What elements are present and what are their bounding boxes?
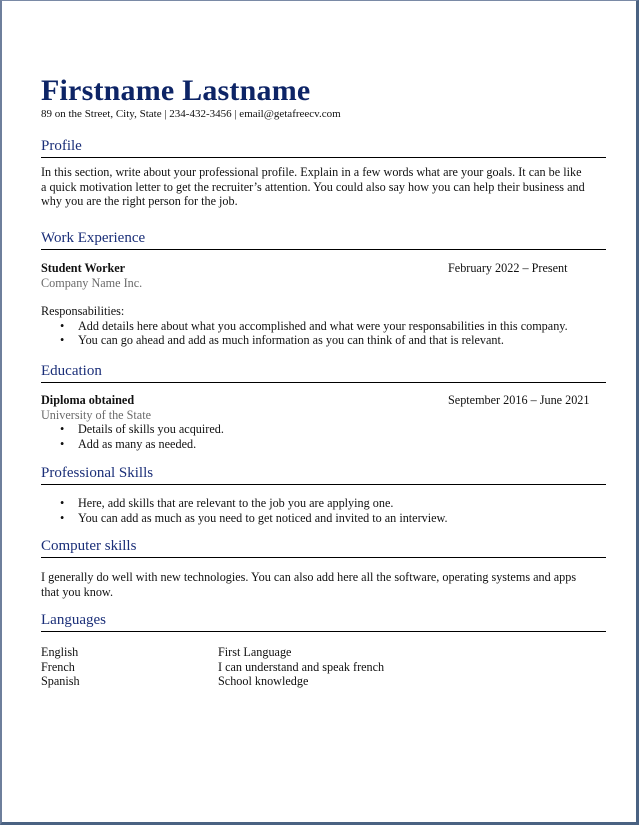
list-item: Add as many as needed. [60, 437, 606, 452]
section-title-pro-skills: Professional Skills [41, 464, 606, 485]
profile-line: In this section, write about your profes… [41, 165, 582, 179]
education-entry-header: Diploma obtained September 2016 – June 2… [41, 393, 606, 408]
education-dates: September 2016 – June 2021 [448, 393, 590, 407]
section-title-languages: Languages [41, 611, 606, 632]
computer-skills-line: I generally do well with new technologie… [41, 570, 577, 584]
profile-line: why you are the right person for the job… [41, 194, 238, 209]
section-profile: Profile In this section, write about you… [41, 137, 606, 209]
section-languages: Languages English First Language French … [41, 611, 606, 689]
candidate-name: Firstname Lastname [41, 74, 311, 107]
section-title-education: Education [41, 362, 606, 383]
work-bullets: Add details here about what you accompli… [41, 319, 606, 348]
resume-page: Firstname Lastname 89 on the Street, Cit… [0, 0, 639, 825]
job-title: Student Worker [41, 261, 126, 275]
profile-line: a quick motivation letter to get the rec… [41, 179, 585, 194]
list-item: You can go ahead and add as much informa… [60, 333, 606, 348]
responsibilities-label: Responsabilities: [41, 304, 125, 319]
list-item: Details of skills you acquired. [60, 422, 606, 437]
language-level: I can understand and speak french [218, 659, 385, 674]
language-level: First Language [218, 645, 292, 659]
list-item: You can add as much as you need to get n… [60, 511, 606, 526]
section-work-experience: Work Experience Student Worker February … [41, 229, 606, 348]
degree-title: Diploma obtained [41, 393, 135, 407]
language-name: Spanish [41, 674, 80, 689]
list-item: Here, add skills that are relevant to th… [60, 496, 606, 511]
computer-skills-line: that you know. [41, 584, 113, 599]
section-title-computer-skills: Computer skills [41, 537, 606, 558]
section-computer-skills: Computer skills I generally do well with… [41, 537, 606, 599]
section-education: Education Diploma obtained September 201… [41, 362, 606, 451]
language-row: Spanish School knowledge [41, 674, 606, 689]
language-name: English [41, 645, 79, 659]
company-name: Company Name Inc. [41, 275, 143, 290]
language-name: French [41, 659, 75, 674]
contact-line: 89 on the Street, City, State | 234-432-… [41, 108, 341, 120]
language-row: English First Language [41, 645, 606, 660]
list-item: Add details here about what you accompli… [60, 319, 606, 334]
section-title-profile: Profile [41, 137, 606, 158]
school-name: University of the State [41, 407, 152, 422]
job-dates: February 2022 – Present [448, 261, 568, 275]
pro-skills-bullets: Here, add skills that are relevant to th… [41, 496, 606, 525]
language-level: School knowledge [218, 674, 309, 689]
work-entry-header: Student Worker February 2022 – Present [41, 261, 606, 276]
section-professional-skills: Professional Skills Here, add skills tha… [41, 464, 606, 525]
education-bullets: Details of skills you acquired. Add as m… [41, 422, 606, 451]
section-title-work: Work Experience [41, 229, 606, 250]
language-row: French I can understand and speak french [41, 660, 606, 675]
